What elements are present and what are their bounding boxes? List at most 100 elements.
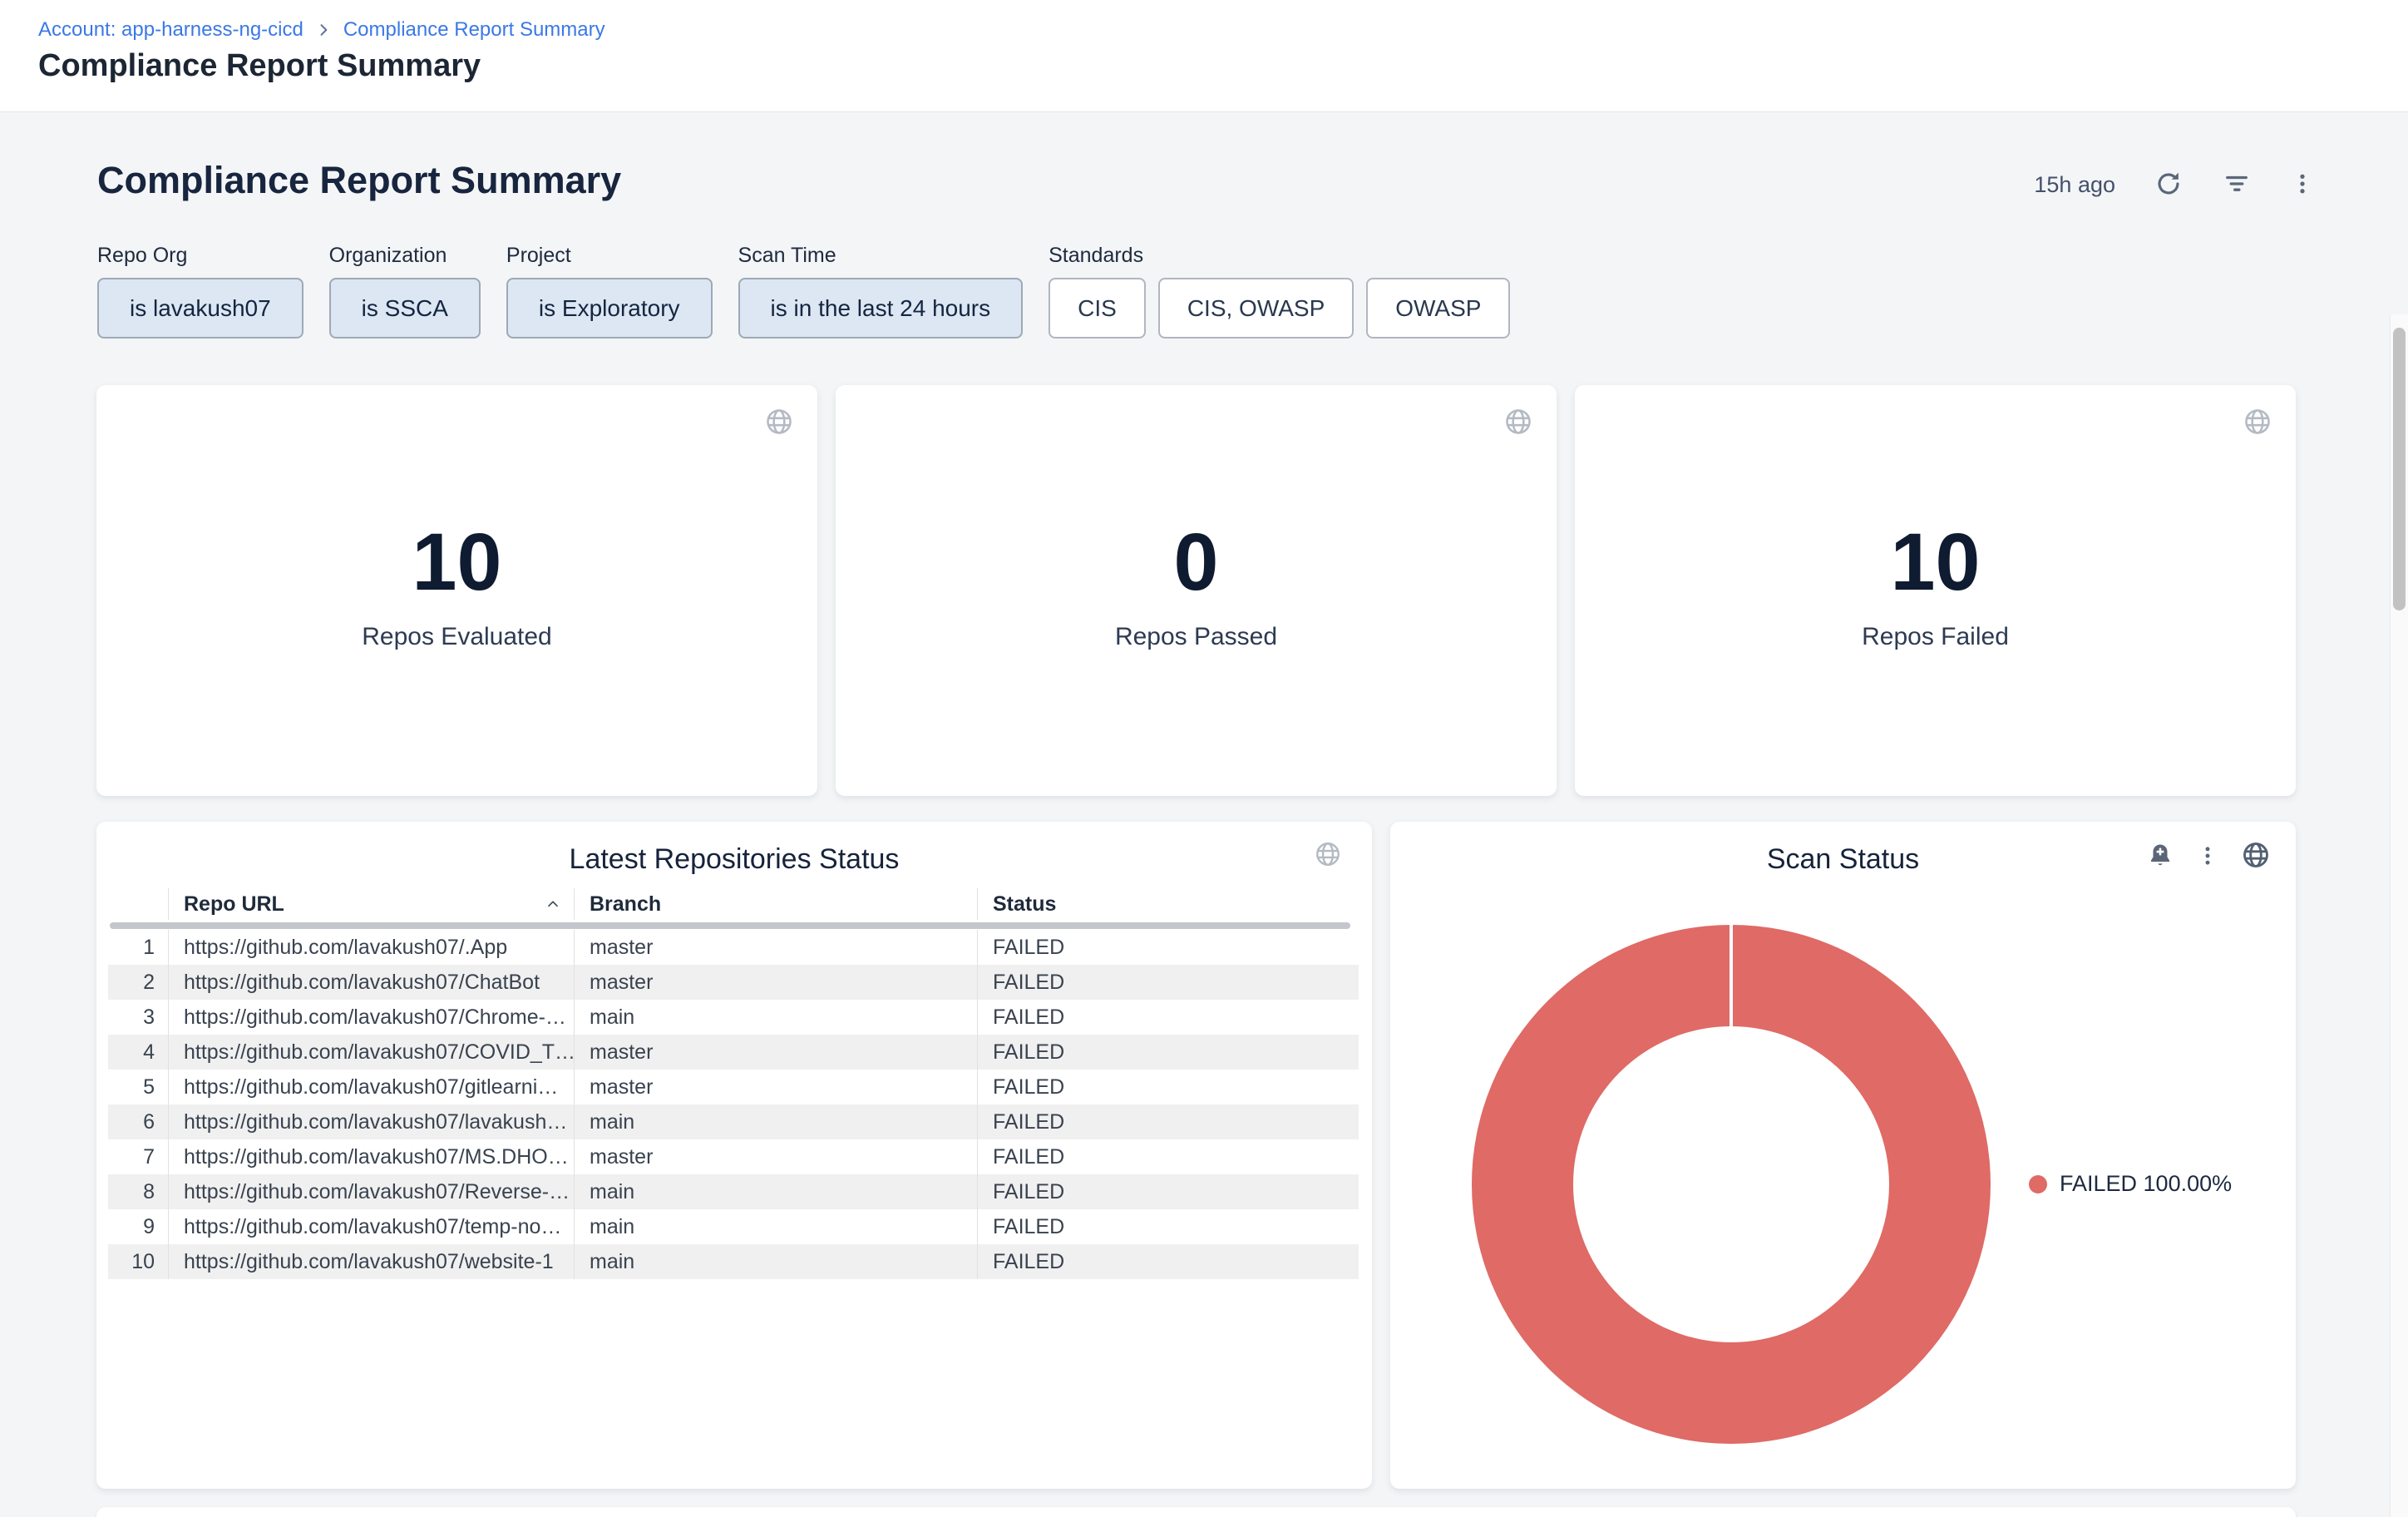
legend-item-failed[interactable]: FAILED 100.00% [2029, 1171, 2232, 1197]
globe-icon[interactable] [2241, 840, 2271, 874]
standards-options: CIS CIS, OWASP OWASP [1049, 278, 1510, 338]
repo-url-cell[interactable]: https://github.com/lavakush07/MS.DHO… [168, 1139, 574, 1174]
filter-label: Repo Org [97, 245, 303, 266]
status-cell: FAILED [977, 930, 1359, 965]
filter-chip-repo-org[interactable]: is lavakush07 [97, 278, 303, 338]
status-cell: FAILED [977, 1209, 1359, 1244]
globe-icon[interactable] [764, 407, 794, 441]
tile-value: 0 [1174, 520, 1219, 605]
table-row: 10 https://github.com/lavakush07/website… [108, 1244, 1359, 1279]
page-title: Compliance Report Summary [38, 48, 481, 84]
filter-label: Scan Time [738, 245, 1024, 266]
branch-cell: master [574, 1139, 977, 1174]
filter-group-repo-org: Repo Org is lavakush07 [97, 245, 303, 338]
standards-option-owasp[interactable]: OWASP [1366, 278, 1510, 338]
repo-url-cell[interactable]: https://github.com/lavakush07/gitlearni… [168, 1070, 574, 1104]
table-row: 2 https://github.com/lavakush07/ChatBot … [108, 965, 1359, 1000]
repo-url-cell[interactable]: https://github.com/lavakush07/Reverse-… [168, 1174, 574, 1209]
globe-icon[interactable] [2243, 407, 2272, 441]
refresh-button[interactable] [2154, 169, 2183, 201]
table-panel-title: Latest Repositories Status [96, 843, 1372, 876]
filter-label: Organization [329, 245, 481, 266]
donut-chart-failed-slice[interactable] [1472, 925, 1991, 1444]
row-number: 9 [108, 1209, 168, 1244]
status-cell: FAILED [977, 1035, 1359, 1070]
table-body: 1 https://github.com/lavakush07/.App mas… [108, 930, 1359, 1279]
row-number: 1 [108, 930, 168, 965]
kebab-menu-icon [2196, 844, 2219, 870]
filter-group-organization: Organization is SSCA [329, 245, 481, 338]
repo-url-cell[interactable]: https://github.com/lavakush07/lavakush… [168, 1104, 574, 1139]
standards-option-cis-owasp[interactable]: CIS, OWASP [1158, 278, 1354, 338]
branch-cell: master [574, 965, 977, 1000]
kebab-menu-icon [2290, 171, 2315, 199]
repo-url-cell[interactable]: https://github.com/lavakush07/.App [168, 930, 574, 965]
status-cell: FAILED [977, 1000, 1359, 1035]
filter-button[interactable] [2222, 169, 2252, 201]
tile-label: Repos Passed [1115, 623, 1277, 651]
filter-group-scan-time: Scan Time is in the last 24 hours [738, 245, 1024, 338]
breadcrumb-account-link[interactable]: Account: app-harness-ng-cicd [38, 18, 303, 42]
status-cell: FAILED [977, 1139, 1359, 1174]
table-horizontal-scrollbar[interactable] [108, 922, 1359, 930]
latest-repositories-panel: Latest Repositories Status Repo URL Bran… [96, 822, 1372, 1489]
column-header-status[interactable]: Status [977, 888, 1359, 920]
filter-chip-organization[interactable]: is SSCA [329, 278, 481, 338]
status-cell: FAILED [977, 1244, 1359, 1279]
page-header: Account: app-harness-ng-cicd Compliance … [0, 0, 2408, 112]
row-number: 8 [108, 1174, 168, 1209]
breadcrumb: Account: app-harness-ng-cicd Compliance … [38, 18, 605, 42]
scan-status-panel: Scan Status [1390, 822, 2296, 1489]
filter-chip-scan-time[interactable]: is in the last 24 hours [738, 278, 1024, 338]
standards-option-cis[interactable]: CIS [1049, 278, 1146, 338]
alert-bell-plus-button[interactable] [2146, 842, 2174, 872]
table-row: 6 https://github.com/lavakush07/lavakush… [108, 1104, 1359, 1139]
branch-cell: main [574, 1000, 977, 1035]
vertical-scrollbar-thumb[interactable] [2393, 328, 2406, 610]
table-row: 3 https://github.com/lavakush07/Chrome-…… [108, 1000, 1359, 1035]
table-row: 4 https://github.com/lavakush07/COVID_T…… [108, 1035, 1359, 1070]
breadcrumb-page-link[interactable]: Compliance Report Summary [343, 18, 605, 42]
column-header-label: Repo URL [184, 892, 284, 917]
status-cell: FAILED [977, 1104, 1359, 1139]
branch-cell: main [574, 1244, 977, 1279]
filter-chip-project[interactable]: is Exploratory [506, 278, 713, 338]
row-number: 3 [108, 1000, 168, 1035]
status-cell: FAILED [977, 965, 1359, 1000]
branch-cell: main [574, 1174, 977, 1209]
alert-bell-plus-icon [2146, 842, 2174, 872]
refresh-icon [2154, 169, 2183, 201]
dashboard-kebab-menu-button[interactable] [2290, 171, 2315, 199]
repo-url-cell[interactable]: https://github.com/lavakush07/ChatBot [168, 965, 574, 1000]
branch-cell: master [574, 1070, 977, 1104]
repo-url-cell[interactable]: https://github.com/lavakush07/temp-no… [168, 1209, 574, 1244]
horizontal-scrollbar-thumb[interactable] [110, 922, 1350, 929]
scan-kebab-menu-button[interactable] [2196, 844, 2219, 870]
repo-url-cell[interactable]: https://github.com/lavakush07/COVID_T… [168, 1035, 574, 1070]
scan-panel-actions [2146, 840, 2271, 874]
row-number: 2 [108, 965, 168, 1000]
vertical-scrollbar[interactable] [2390, 314, 2408, 1517]
tile-repos-passed: 0 Repos Passed [836, 385, 1557, 796]
repo-url-cell[interactable]: https://github.com/lavakush07/Chrome-… [168, 1000, 574, 1035]
row-number-header [108, 888, 168, 920]
globe-icon[interactable] [1314, 840, 1342, 872]
tile-repos-evaluated: 10 Repos Evaluated [96, 385, 817, 796]
filter-icon [2222, 169, 2252, 201]
table-row: 8 https://github.com/lavakush07/Reverse-… [108, 1174, 1359, 1209]
filter-label: Standards [1049, 245, 1510, 266]
column-header-branch[interactable]: Branch [574, 888, 977, 920]
table-row: 5 https://github.com/lavakush07/gitlearn… [108, 1070, 1359, 1104]
tile-value: 10 [412, 520, 502, 605]
tile-value: 10 [1891, 520, 1981, 605]
column-header-repo-url[interactable]: Repo URL [168, 888, 574, 920]
filter-bar: Repo Org is lavakush07 Organization is S… [97, 245, 1510, 338]
repo-table: Repo URL Branch Status 1 https://github.… [108, 888, 1359, 1279]
breadcrumb-chevron-icon [315, 22, 332, 38]
legend-color-dot [2029, 1175, 2047, 1193]
legend-label: FAILED 100.00% [2060, 1171, 2232, 1197]
status-cell: FAILED [977, 1070, 1359, 1104]
table-row: 1 https://github.com/lavakush07/.App mas… [108, 930, 1359, 965]
repo-url-cell[interactable]: https://github.com/lavakush07/website-1 [168, 1244, 574, 1279]
globe-icon[interactable] [1503, 407, 1533, 441]
